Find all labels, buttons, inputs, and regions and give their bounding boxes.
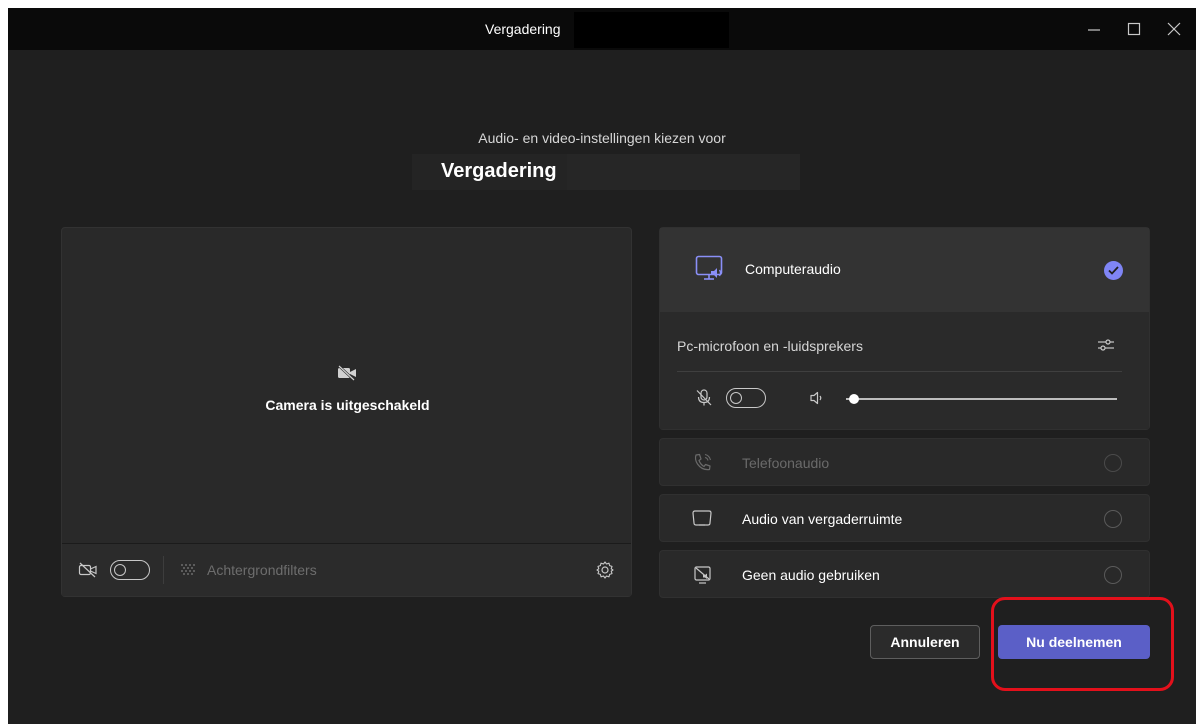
phone-audio-radio[interactable]	[1104, 454, 1122, 472]
mic-off-icon	[696, 389, 712, 406]
room-audio-label: Audio van vergaderruimte	[742, 511, 903, 527]
camera-toggle[interactable]	[110, 560, 150, 580]
phone-audio-label: Telefoonaudio	[742, 455, 830, 471]
toggle-knob	[114, 563, 126, 576]
speaker-icon	[810, 391, 822, 405]
divider	[163, 556, 164, 584]
close-button[interactable]	[1154, 8, 1194, 50]
phone-icon	[694, 453, 712, 471]
room-audio-radio[interactable]	[1104, 510, 1122, 528]
no-audio-label: Geen audio gebruiken	[742, 567, 880, 583]
video-settings-bar: Achtergrondfilters	[62, 543, 631, 596]
computer-audio-icon	[695, 255, 723, 280]
computer-audio-option[interactable]: Computeraudio Pc-microfoon en -luidsprek…	[659, 227, 1150, 430]
room-device-icon	[692, 510, 712, 526]
divider	[677, 371, 1122, 372]
microphone-toggle[interactable]	[726, 388, 766, 408]
minimize-icon	[1088, 29, 1100, 31]
room-audio-option[interactable]: Audio van vergaderruimte	[659, 494, 1150, 542]
background-filters-label[interactable]: Achtergrondfilters	[207, 562, 317, 578]
teams-prejoin-window: Vergadering Audio- en video-instellingen…	[8, 8, 1196, 724]
window-title: Vergadering	[485, 21, 561, 37]
toggle-knob	[730, 391, 742, 404]
maximize-icon	[1127, 22, 1141, 36]
prejoin-subtitle: Audio- en video-instellingen kiezen voor	[478, 130, 726, 146]
redacted-title-block	[574, 12, 729, 48]
no-audio-radio[interactable]	[1104, 566, 1122, 584]
computer-audio-label: Computeraudio	[745, 261, 841, 277]
checkmark-icon	[1108, 266, 1119, 275]
selected-check	[1104, 261, 1123, 280]
camera-off-icon	[78, 562, 97, 578]
computer-audio-settings: Pc-microfoon en -luidsprekers	[660, 312, 1149, 429]
no-audio-icon	[694, 566, 711, 584]
device-settings-gear-icon[interactable]	[595, 560, 615, 580]
computer-audio-header[interactable]: Computeraudio	[660, 228, 1149, 312]
cancel-button[interactable]: Annuleren	[870, 625, 980, 659]
device-settings-icon[interactable]	[1097, 336, 1115, 354]
camera-off-icon	[338, 365, 356, 381]
maximize-button[interactable]	[1114, 8, 1154, 50]
redacted-meeting-name-block	[567, 154, 800, 190]
title-bar: Vergadering	[8, 8, 1196, 50]
phone-audio-option[interactable]: Telefoonaudio	[659, 438, 1150, 486]
join-now-button[interactable]: Nu deelnemen	[998, 625, 1150, 659]
close-icon	[1167, 22, 1181, 36]
minimize-button[interactable]	[1074, 8, 1114, 50]
camera-off-message: Camera is uitgeschakeld	[265, 397, 430, 413]
video-preview-panel: Camera is uitgeschakeld Achtergrondfilte…	[61, 227, 632, 597]
volume-slider-track[interactable]	[846, 398, 1117, 400]
background-filters-icon	[181, 564, 195, 575]
device-label: Pc-microfoon en -luidsprekers	[677, 338, 863, 354]
meeting-name: Vergadering	[441, 160, 557, 182]
no-audio-option[interactable]: Geen audio gebruiken	[659, 550, 1150, 598]
volume-slider-thumb[interactable]	[849, 393, 860, 404]
